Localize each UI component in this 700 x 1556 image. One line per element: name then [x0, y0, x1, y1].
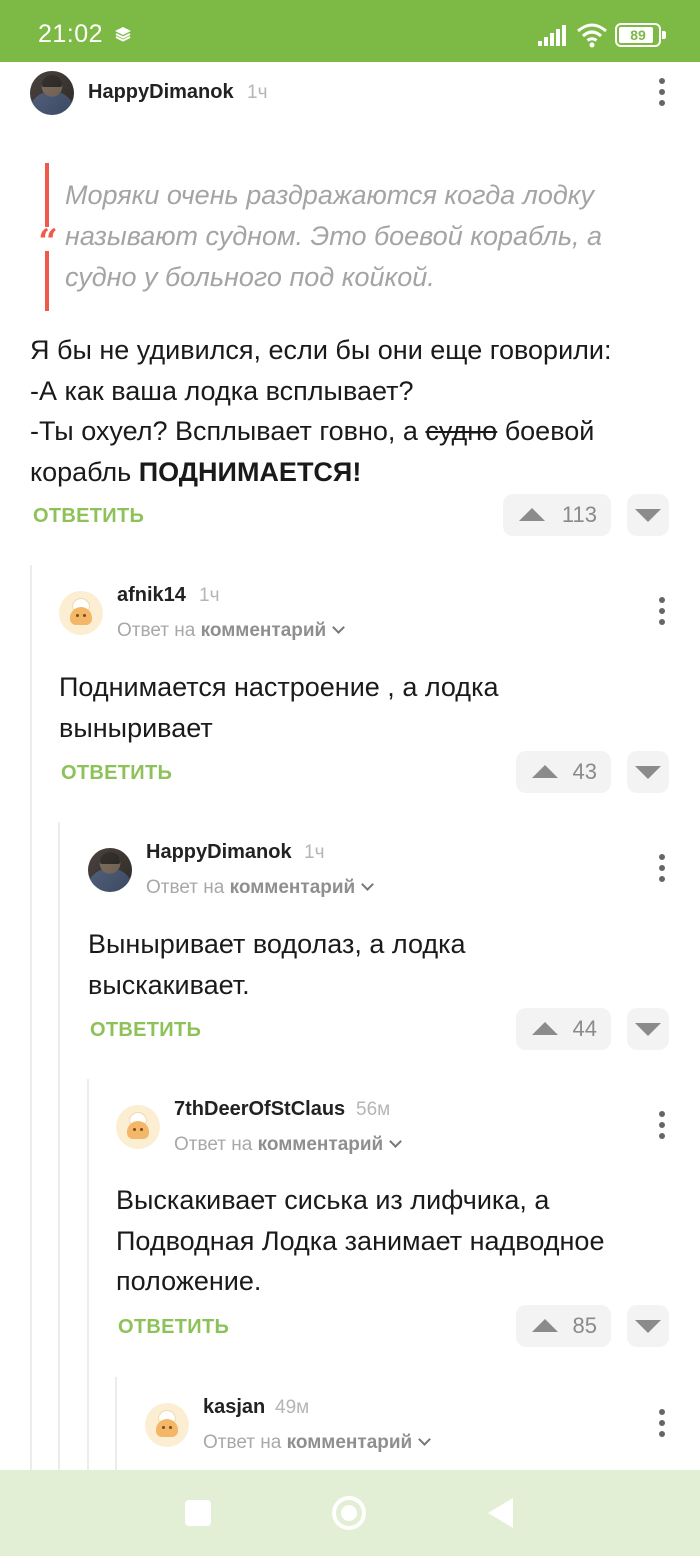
- reply-button[interactable]: ОТВЕТИТЬ: [61, 762, 172, 785]
- comment-time: 56м: [356, 1099, 391, 1120]
- bold-text: ПОДНИМАЕТСЯ!: [138, 456, 362, 487]
- reply-to-target: комментарий: [257, 1134, 384, 1155]
- signal-icon: [538, 25, 566, 46]
- reply-button[interactable]: ОТВЕТИТЬ: [118, 1316, 229, 1339]
- vote-count: 85: [572, 1313, 597, 1338]
- comment-time: 1ч: [247, 82, 268, 103]
- reply-to-prefix: Ответ на: [146, 877, 225, 898]
- layers-icon: [115, 27, 131, 42]
- back-icon[interactable]: [488, 1498, 513, 1528]
- thread-line: [87, 1079, 89, 1470]
- text-fragment: -Ты охуел? Всплывает говно, а: [30, 416, 426, 446]
- username[interactable]: kasjan: [203, 1396, 265, 1419]
- downvote-button[interactable]: [627, 1008, 669, 1050]
- reply-to-link[interactable]: Ответ на комментарий: [174, 1134, 403, 1156]
- quote-text: Моряки очень раздражаются когда лодку на…: [65, 180, 603, 292]
- chevron-down-icon: [361, 878, 375, 891]
- comment-text: Я бы не удивился, если бы они еще говори…: [30, 330, 680, 492]
- username[interactable]: 7thDeerOfStClaus: [174, 1098, 345, 1121]
- avatar[interactable]: [30, 71, 74, 115]
- reply-to-link[interactable]: Ответ на комментарий: [203, 1432, 432, 1454]
- status-bar: 21:02 89: [0, 0, 700, 62]
- chevron-down-icon: [332, 621, 346, 634]
- upvote-button[interactable]: 85: [516, 1305, 611, 1347]
- comment-text: Выскакивает сиська из лифчика, а Подводн…: [116, 1185, 605, 1296]
- strikethrough-text: судно: [425, 416, 498, 446]
- text-fragment: боевой: [497, 416, 595, 446]
- username[interactable]: afnik14: [117, 584, 186, 607]
- avatar[interactable]: [116, 1105, 160, 1149]
- thread-line: [115, 1377, 117, 1470]
- downvote-button[interactable]: [627, 1305, 669, 1347]
- reply-button[interactable]: ОТВЕТИТЬ: [33, 505, 144, 528]
- comment-time: 49м: [275, 1397, 310, 1418]
- battery-percent: 89: [630, 27, 646, 43]
- comment-line: Я бы не удивился, если бы они еще говори…: [30, 335, 612, 365]
- comment-line: -Ты охуел? Всплывает говно, а судно боев…: [30, 411, 680, 452]
- chevron-down-icon: [418, 1433, 432, 1446]
- username[interactable]: HappyDimanok: [88, 81, 234, 104]
- comment-text: Поднимается настроение , а лодка вынырив…: [59, 672, 499, 743]
- avatar[interactable]: [59, 591, 103, 635]
- more-vertical-icon[interactable]: [658, 78, 666, 106]
- arrow-up-icon: [532, 1319, 558, 1332]
- reply-to-link[interactable]: Ответ на комментарий: [146, 877, 375, 899]
- recents-icon[interactable]: [185, 1500, 211, 1526]
- reply-to-target: комментарий: [286, 1432, 413, 1453]
- upvote-button[interactable]: 44: [516, 1008, 611, 1050]
- thread-line: [30, 565, 32, 1470]
- more-vertical-icon[interactable]: [658, 854, 666, 882]
- vote-count: 113: [561, 502, 597, 527]
- avatar[interactable]: [145, 1403, 189, 1447]
- username[interactable]: HappyDimanok: [146, 841, 292, 864]
- text-fragment: корабль: [30, 456, 139, 487]
- home-icon[interactable]: [332, 1496, 366, 1530]
- navigation-bar: [0, 1470, 700, 1556]
- battery-icon: 89: [615, 23, 666, 47]
- chevron-down-icon: [389, 1135, 403, 1148]
- reply-to-prefix: Ответ на: [174, 1134, 253, 1155]
- comment-time: 1ч: [304, 842, 325, 863]
- comment-time: 1ч: [199, 585, 220, 606]
- reply-to-target: комментарий: [229, 877, 356, 898]
- reply-to-prefix: Ответ на: [203, 1432, 282, 1453]
- reply-button[interactable]: ОТВЕТИТЬ: [90, 1019, 201, 1042]
- downvote-button[interactable]: [627, 751, 669, 793]
- avatar[interactable]: [88, 848, 132, 892]
- reply-to-link[interactable]: Ответ на комментарий: [117, 620, 346, 642]
- arrow-down-icon: [635, 1023, 661, 1036]
- more-vertical-icon[interactable]: [658, 1111, 666, 1139]
- comment-line: корабль ПОДНИМАЕТСЯ!: [30, 452, 680, 493]
- arrow-down-icon: [635, 1320, 661, 1333]
- arrow-down-icon: [635, 766, 661, 779]
- arrow-up-icon: [532, 765, 558, 778]
- status-time: 21:02: [38, 20, 104, 48]
- wifi-icon: [577, 23, 607, 48]
- reply-to-target: комментарий: [200, 620, 327, 641]
- arrow-up-icon: [532, 1022, 558, 1035]
- vote-count: 43: [572, 759, 597, 784]
- comment-line: -А как ваша лодка всплывает?: [30, 375, 414, 406]
- reply-to-prefix: Ответ на: [117, 620, 196, 641]
- downvote-button[interactable]: [627, 494, 669, 536]
- upvote-button[interactable]: 113: [503, 494, 611, 536]
- vote-count: 44: [572, 1016, 597, 1041]
- quote-block: “ Моряки очень раздражаются когда лодку …: [36, 163, 685, 311]
- arrow-down-icon: [635, 509, 661, 522]
- arrow-up-icon: [519, 508, 545, 521]
- more-vertical-icon[interactable]: [658, 597, 666, 625]
- comment-text: Выныривает водолаз, а лодка выскакивает.: [88, 929, 466, 1000]
- more-vertical-icon[interactable]: [658, 1409, 666, 1437]
- quote-icon: “: [36, 225, 60, 259]
- upvote-button[interactable]: 43: [516, 751, 611, 793]
- thread-line: [58, 822, 60, 1470]
